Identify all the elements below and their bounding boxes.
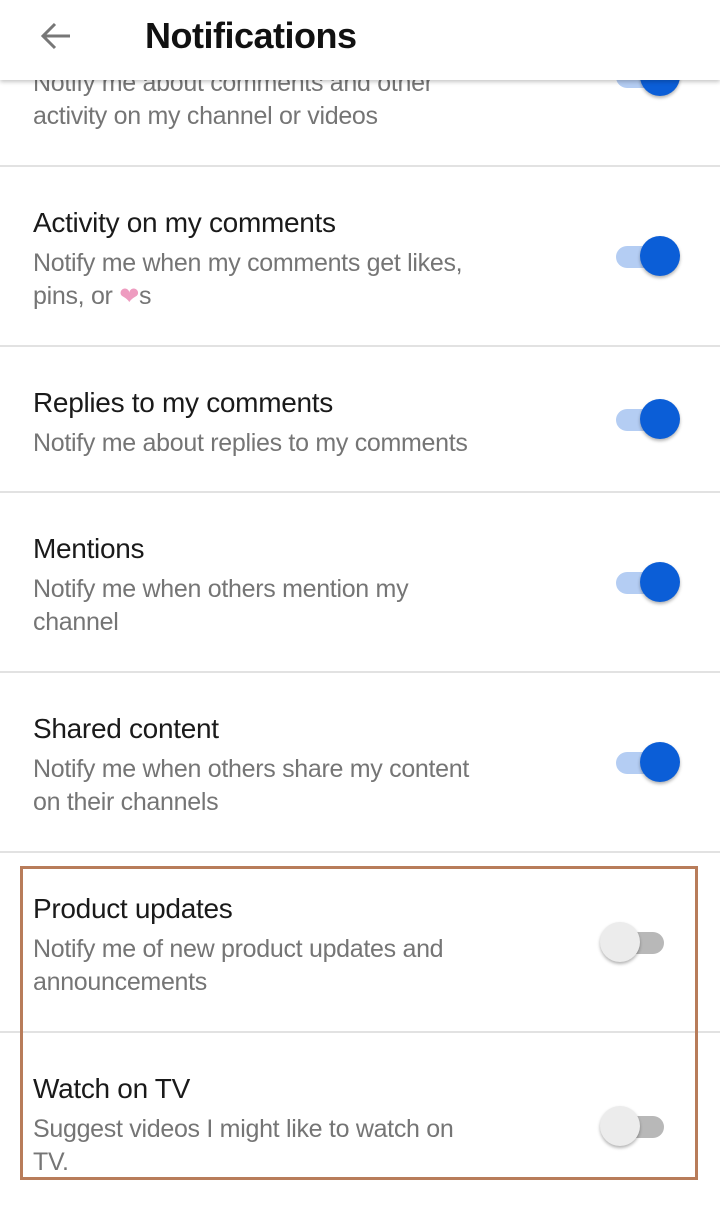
setting-title: Watch on TV: [33, 1073, 190, 1104]
toggle-switch[interactable]: [598, 920, 668, 964]
arrow-left-icon[interactable]: [36, 16, 76, 56]
setting-row-mentions[interactable]: Mentions Notify me when others mention m…: [0, 493, 720, 673]
setting-description: Notify me of new product updates and anno…: [33, 935, 444, 996]
setting-row-activity-on-comments[interactable]: Activity on my comments Notify me when m…: [0, 167, 720, 347]
setting-title: Activity on my comments: [33, 207, 336, 238]
setting-row-product-updates[interactable]: Product updates Notify me of new product…: [0, 853, 720, 1033]
toggle-switch[interactable]: [612, 397, 682, 441]
app-bar: Notifications: [0, 0, 720, 80]
setting-row-watch-on-tv[interactable]: Watch on TV Suggest videos I might like …: [0, 1033, 720, 1213]
setting-description: Suggest videos I might like to watch on T…: [33, 1115, 454, 1176]
page-title: Notifications: [145, 15, 357, 56]
setting-description: Notify me when others mention my channel: [33, 575, 409, 636]
setting-description: Notify me when my comments get likes, pi…: [33, 249, 463, 310]
setting-title: Replies to my comments: [33, 387, 333, 418]
setting-description: Notify me when others share my content on…: [33, 755, 470, 816]
toggle-switch[interactable]: [612, 234, 682, 278]
setting-title: Shared content: [33, 713, 219, 744]
setting-row-replies[interactable]: Replies to my comments Notify me about r…: [0, 347, 720, 493]
setting-row-shared-content[interactable]: Shared content Notify me when others sha…: [0, 673, 720, 853]
setting-description: Notify me about replies to my comments: [33, 429, 468, 457]
toggle-switch[interactable]: [598, 1104, 668, 1148]
setting-title: Product updates: [33, 893, 233, 924]
setting-title: Mentions: [33, 533, 145, 564]
toggle-switch[interactable]: [612, 560, 682, 604]
toggle-switch[interactable]: [612, 740, 682, 784]
heart-icon: ❤: [119, 283, 140, 310]
